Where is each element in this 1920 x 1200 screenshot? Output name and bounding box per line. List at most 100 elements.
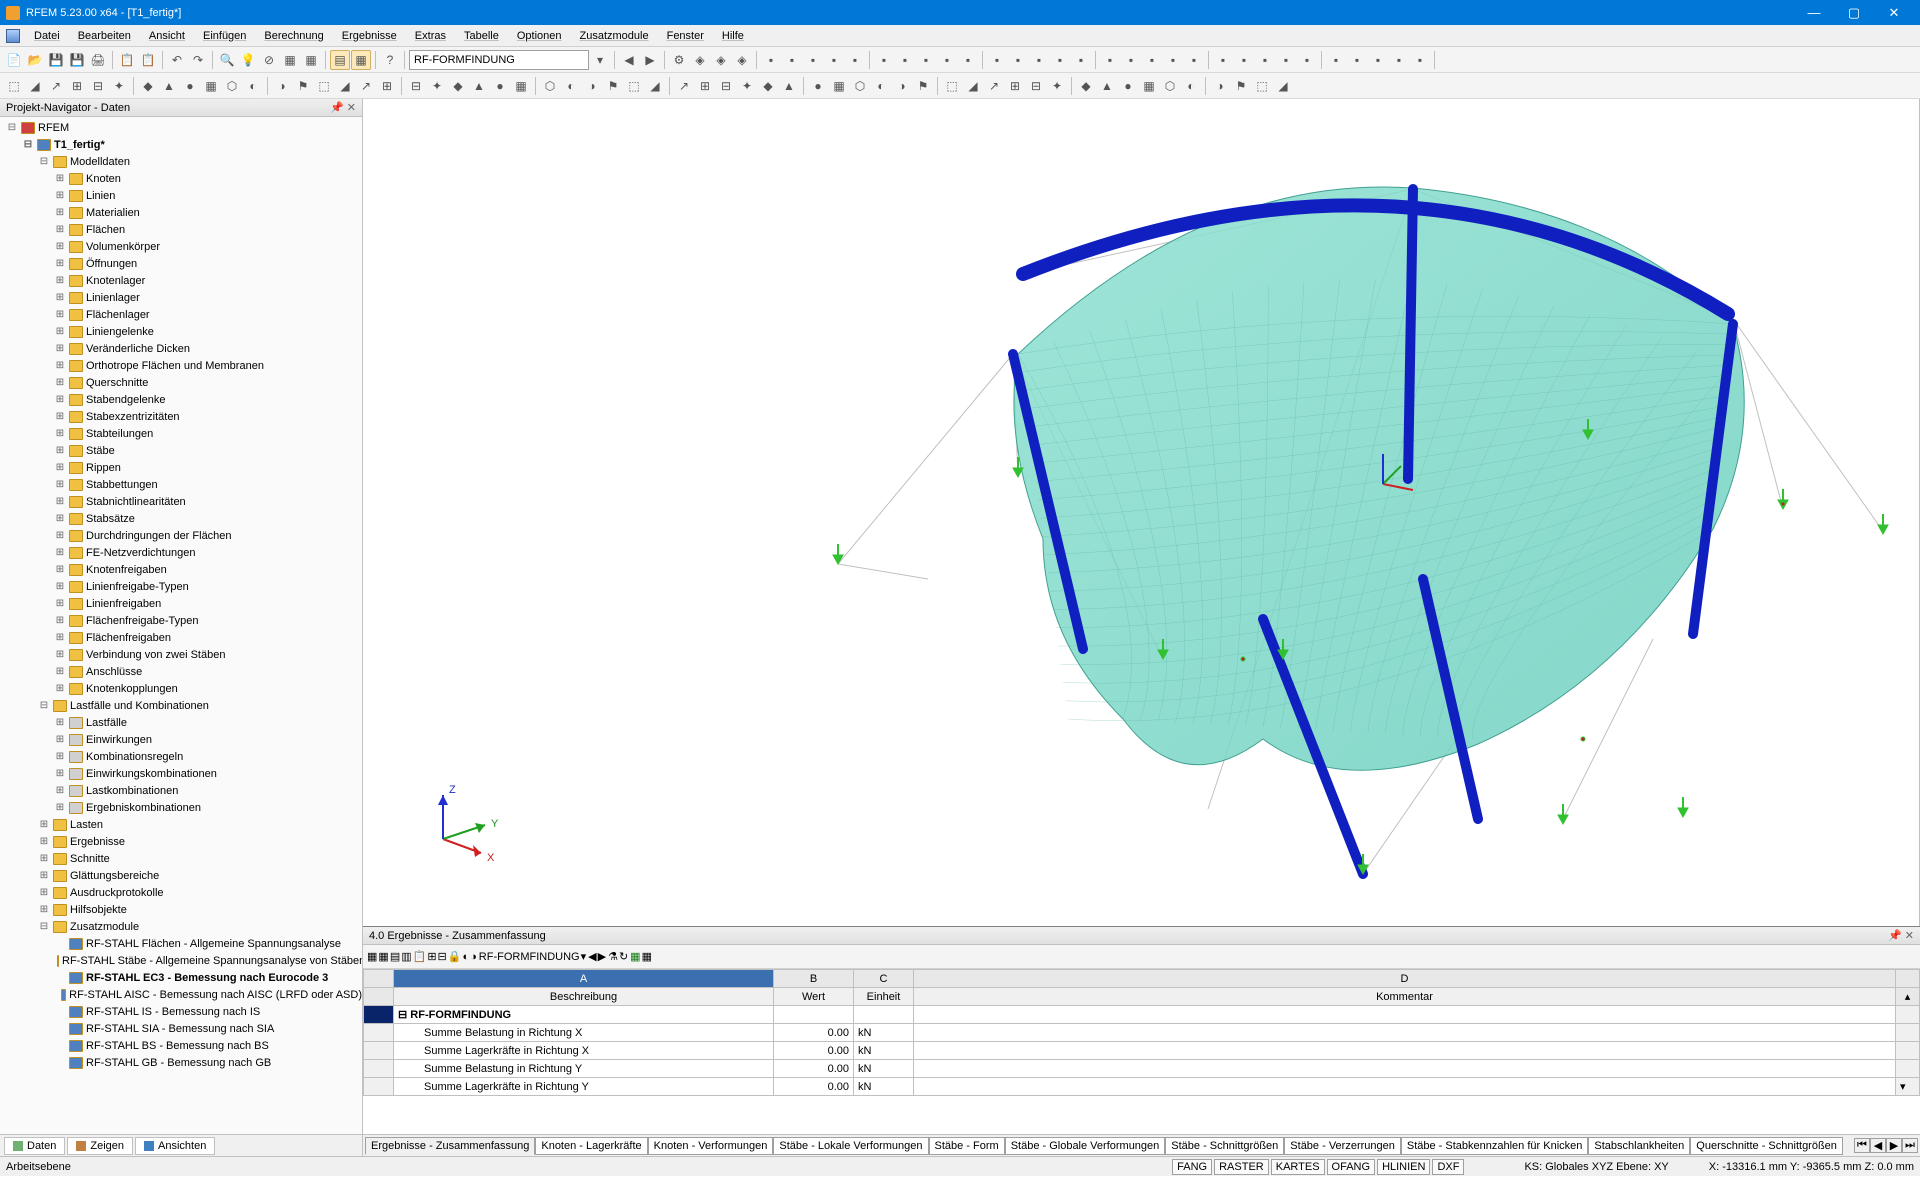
tb2-46[interactable]: ⊟ (1026, 76, 1046, 96)
tree-item[interactable]: ⊞Knoten (0, 170, 362, 187)
tree-item[interactable]: ⊞Lastfälle (0, 714, 362, 731)
maximize-button[interactable]: ▢ (1834, 5, 1874, 21)
tb2-31[interactable]: ⊞ (695, 76, 715, 96)
tb-misc-13[interactable]: ▪ (1050, 50, 1070, 70)
rt-btn-2[interactable]: ▤ (390, 950, 400, 963)
tb-misc-6[interactable]: ▪ (895, 50, 915, 70)
tree-item[interactable]: ⊟T1_fertig* (0, 136, 362, 153)
tree-item[interactable]: ⊞Knotenkopplungen (0, 680, 362, 697)
rt-dd[interactable]: ▾ (581, 950, 587, 963)
tb2-29[interactable]: ◢ (645, 76, 665, 96)
snap-ofang[interactable]: OFANG (1327, 1159, 1376, 1175)
tree-item[interactable]: RF-STAHL BS - Bemessung nach BS (0, 1037, 362, 1054)
minimize-button[interactable]: — (1794, 5, 1834, 20)
tb2-17[interactable]: ⊞ (377, 76, 397, 96)
tb-misc-24[interactable]: ▪ (1297, 50, 1317, 70)
tree-item[interactable]: ⊞FE-Netzverdichtungen (0, 544, 362, 561)
menu-zusatzmodule[interactable]: Zusatzmodule (572, 28, 657, 44)
results-combo[interactable]: RF-FORMFINDUNG (479, 951, 580, 963)
tb-prev[interactable]: ◀ (619, 50, 639, 70)
tb-misc-21[interactable]: ▪ (1234, 50, 1254, 70)
tb-r4[interactable]: ◈ (732, 50, 752, 70)
tb-redo[interactable]: ↷ (188, 50, 208, 70)
results-tab[interactable]: Stäbe - Stabkennzahlen für Knicken (1401, 1137, 1589, 1155)
tb-nav[interactable]: ▤ (330, 50, 350, 70)
tb-misc-23[interactable]: ▪ (1276, 50, 1296, 70)
tb2-33[interactable]: ✦ (737, 76, 757, 96)
tree-item[interactable]: ⊞Ergebniskombinationen (0, 799, 362, 816)
tree-item[interactable]: ⊞Einwirkungskombinationen (0, 765, 362, 782)
rt-btn-5[interactable]: ⊞ (427, 950, 436, 963)
tree-item[interactable]: RF-STAHL IS - Bemessung nach IS (0, 1003, 362, 1020)
rt-btn-3[interactable]: ▥ (401, 950, 411, 963)
tb-misc-1[interactable]: ▪ (782, 50, 802, 70)
tb2-12[interactable]: ◑ (272, 76, 292, 96)
tree-item[interactable]: ⊞Verbindung von zwei Stäben (0, 646, 362, 663)
rt-excel[interactable]: ▦ (630, 950, 640, 963)
tree-item[interactable]: ⊞Linien (0, 187, 362, 204)
tb2-1[interactable]: ◢ (25, 76, 45, 96)
tree-item[interactable]: ⊞Volumenkörper (0, 238, 362, 255)
tree-item[interactable]: ⊞Querschnitte (0, 374, 362, 391)
tree-item[interactable]: ⊞Knotenfreigaben (0, 561, 362, 578)
navigator-pin[interactable]: 📌 ✕ (330, 101, 356, 114)
tb-r2[interactable]: ◈ (690, 50, 710, 70)
menu-ansicht[interactable]: Ansicht (141, 28, 193, 44)
results-grid[interactable]: A B C D Beschreibung Wert Einheit Kommen… (363, 969, 1920, 1134)
tb-open[interactable]: 📂 (25, 50, 45, 70)
tree-item[interactable]: ⊞Öffnungen (0, 255, 362, 272)
results-tab[interactable]: Stäbe - Lokale Verformungen (773, 1137, 928, 1155)
tb2-50[interactable]: ● (1118, 76, 1138, 96)
tb2-22[interactable]: ● (490, 76, 510, 96)
rtab-prev[interactable]: ◀ (1870, 1138, 1886, 1153)
tb2-39[interactable]: ◐ (871, 76, 891, 96)
tb2-41[interactable]: ⚑ (913, 76, 933, 96)
tb-misc-16[interactable]: ▪ (1121, 50, 1141, 70)
tb2-35[interactable]: ▲ (779, 76, 799, 96)
rt-btn-4[interactable]: 📋 (413, 950, 427, 963)
tb-misc-19[interactable]: ▪ (1184, 50, 1204, 70)
tb-misc-11[interactable]: ▪ (1008, 50, 1028, 70)
tb-misc-12[interactable]: ▪ (1029, 50, 1049, 70)
tb-misc-9[interactable]: ▪ (958, 50, 978, 70)
tb-save[interactable]: 💾 (46, 50, 66, 70)
tree-item[interactable]: ⊞Flächenlager (0, 306, 362, 323)
menu-fenster[interactable]: Fenster (659, 28, 712, 44)
tb2-28[interactable]: ⬚ (624, 76, 644, 96)
tb-table[interactable]: ▦ (351, 50, 371, 70)
tb-misc-0[interactable]: ▪ (761, 50, 781, 70)
tree-item[interactable]: ⊞Linienlager (0, 289, 362, 306)
menu-extras[interactable]: Extras (407, 28, 454, 44)
results-tab[interactable]: Querschnitte - Schnittgrößen (1690, 1137, 1843, 1155)
tb2-34[interactable]: ◆ (758, 76, 778, 96)
loadcase-combo[interactable]: RF-FORMFINDUNG (409, 50, 589, 70)
rt-filter[interactable]: ⚗ (608, 950, 618, 963)
tb-print[interactable]: 🖨 (88, 50, 108, 70)
tree-item[interactable]: ⊞Knotenlager (0, 272, 362, 289)
menu-tabelle[interactable]: Tabelle (456, 28, 507, 44)
tb2-19[interactable]: ✦ (427, 76, 447, 96)
tb-misc-3[interactable]: ▪ (824, 50, 844, 70)
rt-prev[interactable]: ◀ (588, 950, 596, 963)
tb-saveall[interactable]: 💾 (67, 50, 87, 70)
tb-misc-7[interactable]: ▪ (916, 50, 936, 70)
tb2-27[interactable]: ⚑ (603, 76, 623, 96)
tree-item[interactable]: ⊟Zusatzmodule (0, 918, 362, 935)
navigator-tree[interactable]: ⊟RFEM⊟T1_fertig*⊟Modelldaten⊞Knoten⊞Lini… (0, 117, 362, 1134)
tree-item[interactable]: ⊞Kombinationsregeln (0, 748, 362, 765)
tb2-38[interactable]: ⬡ (850, 76, 870, 96)
snap-dxf[interactable]: DXF (1432, 1159, 1464, 1175)
tb2-49[interactable]: ▲ (1097, 76, 1117, 96)
results-tab[interactable]: Stäbe - Form (929, 1137, 1005, 1155)
tb-misc-17[interactable]: ▪ (1142, 50, 1162, 70)
results-tab[interactable]: Stäbe - Verzerrungen (1284, 1137, 1401, 1155)
tb2-24[interactable]: ⬡ (540, 76, 560, 96)
tree-item[interactable]: ⊞Rippen (0, 459, 362, 476)
tree-item[interactable]: ⊞Lastkombinationen (0, 782, 362, 799)
tree-item[interactable]: ⊞Ergebnisse (0, 833, 362, 850)
tb2-52[interactable]: ⬡ (1160, 76, 1180, 96)
tb-undo[interactable]: ↶ (167, 50, 187, 70)
rtab-first[interactable]: ⏮ (1854, 1138, 1870, 1153)
tree-item[interactable]: ⊞Durchdringungen der Flächen (0, 527, 362, 544)
menu-datei[interactable]: Datei (26, 28, 68, 44)
